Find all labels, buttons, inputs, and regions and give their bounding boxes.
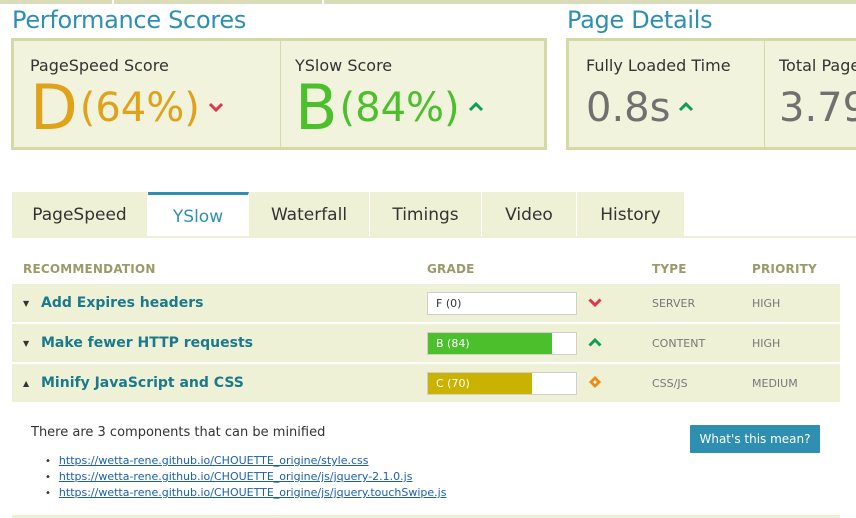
table-row[interactable]: ▲ Minify JavaScript and CSS C (70) CSS/J…	[12, 364, 840, 403]
list-item: https://wetta-rene.github.io/CHOUETTE_or…	[45, 469, 446, 485]
report-tabs: PageSpeed YSlow Waterfall Timings Video …	[12, 192, 685, 238]
yslow-percent: (84%)	[339, 85, 460, 131]
recommendation-title[interactable]: Make fewer HTTP requests	[41, 335, 253, 351]
component-link[interactable]: https://wetta-rene.github.io/CHOUETTE_or…	[59, 486, 447, 499]
grade-label: C (70)	[436, 377, 470, 390]
page-details-panel: Fully Loaded Time 0.8s Total Page 3.79	[566, 38, 856, 150]
total-page-value: 3.79	[779, 77, 856, 139]
top-border-gap	[322, 0, 324, 4]
tab-yslow[interactable]: YSlow	[148, 192, 249, 238]
fully-loaded-time-value: 0.8s	[586, 85, 671, 131]
type-value: CONTENT	[652, 337, 706, 350]
grade-label: F (0)	[436, 297, 462, 310]
pagespeed-score: PageSpeed Score D (64%)	[30, 41, 280, 147]
grade-bar: C (70)	[427, 372, 577, 395]
whats-this-mean-button[interactable]: What's this mean?	[690, 425, 820, 453]
score-divider	[280, 41, 281, 147]
performance-title: Performance Scores	[12, 6, 247, 34]
grade-label: B (84)	[436, 337, 470, 350]
page-details-title: Page Details	[567, 6, 713, 34]
yslow-score-value: B (84%)	[295, 77, 484, 139]
chevron-down-icon	[587, 294, 603, 310]
chevron-up-icon	[678, 100, 694, 116]
chevron-down-icon	[208, 100, 224, 116]
top-border	[0, 0, 856, 4]
details-divider	[764, 41, 765, 147]
pagespeed-score-value: D (64%)	[30, 77, 224, 139]
top-border-gap	[112, 0, 114, 4]
header-type: TYPE	[652, 262, 687, 276]
grade-bar: F (0)	[427, 292, 577, 315]
grade-bar: B (84)	[427, 332, 577, 355]
priority-value: MEDIUM	[752, 377, 798, 390]
total-page-label: Total Page	[779, 56, 856, 75]
component-link[interactable]: https://wetta-rene.github.io/CHOUETTE_or…	[59, 454, 369, 467]
header-priority: PRIORITY	[752, 262, 817, 276]
type-value: CSS/JS	[652, 377, 688, 390]
pagespeed-grade-letter: D	[30, 71, 78, 144]
yslow-score: YSlow Score B (84%)	[295, 41, 545, 147]
tab-history[interactable]: History	[577, 192, 685, 238]
recommendation-title[interactable]: Minify JavaScript and CSS	[41, 375, 244, 391]
header-recommendation: RECOMMENDATION	[23, 262, 156, 276]
tab-timings[interactable]: Timings	[370, 192, 482, 238]
collapsed-triangle-icon[interactable]: ▼	[23, 299, 29, 308]
priority-value: HIGH	[752, 337, 781, 350]
priority-value: HIGH	[752, 297, 781, 310]
tab-underline	[12, 236, 856, 238]
chevron-up-icon	[468, 100, 484, 116]
yslow-grade-letter: B	[295, 71, 338, 144]
table-row[interactable]: ▼ Add Expires headers F (0) SERVER HIGH	[12, 284, 840, 323]
type-value: SERVER	[652, 297, 696, 310]
fully-loaded-time: Fully Loaded Time 0.8s	[586, 41, 766, 147]
pagespeed-percent: (64%)	[79, 85, 200, 131]
details-summary: There are 3 components that can be minif…	[31, 425, 326, 440]
recommendation-details: There are 3 components that can be minif…	[12, 403, 840, 518]
list-item: https://wetta-rene.github.io/CHOUETTE_or…	[45, 453, 446, 469]
component-link[interactable]: https://wetta-rene.github.io/CHOUETTE_or…	[59, 470, 413, 483]
tab-pagespeed[interactable]: PageSpeed	[12, 192, 148, 238]
performance-scores-panel: PageSpeed Score D (64%) YSlow Score B (8…	[11, 38, 547, 150]
fully-loaded-label: Fully Loaded Time	[586, 56, 731, 75]
chevron-up-icon	[587, 334, 603, 350]
fully-loaded-value: 0.8s	[586, 77, 694, 139]
tab-waterfall[interactable]: Waterfall	[249, 192, 370, 238]
header-grade: GRADE	[427, 262, 475, 276]
expanded-triangle-icon[interactable]: ▲	[23, 379, 29, 388]
diamond-neutral-icon	[587, 374, 603, 390]
list-item: https://wetta-rene.github.io/CHOUETTE_or…	[45, 485, 447, 501]
tab-video[interactable]: Video	[482, 192, 577, 238]
total-page-size: Total Page 3.79	[779, 41, 856, 147]
collapsed-triangle-icon[interactable]: ▼	[23, 339, 29, 348]
table-row[interactable]: ▼ Make fewer HTTP requests B (84) CONTEN…	[12, 324, 840, 363]
component-links: https://wetta-rene.github.io/CHOUETTE_or…	[45, 453, 447, 501]
recommendation-title[interactable]: Add Expires headers	[41, 295, 203, 311]
total-page-size-value: 3.79	[779, 85, 856, 131]
